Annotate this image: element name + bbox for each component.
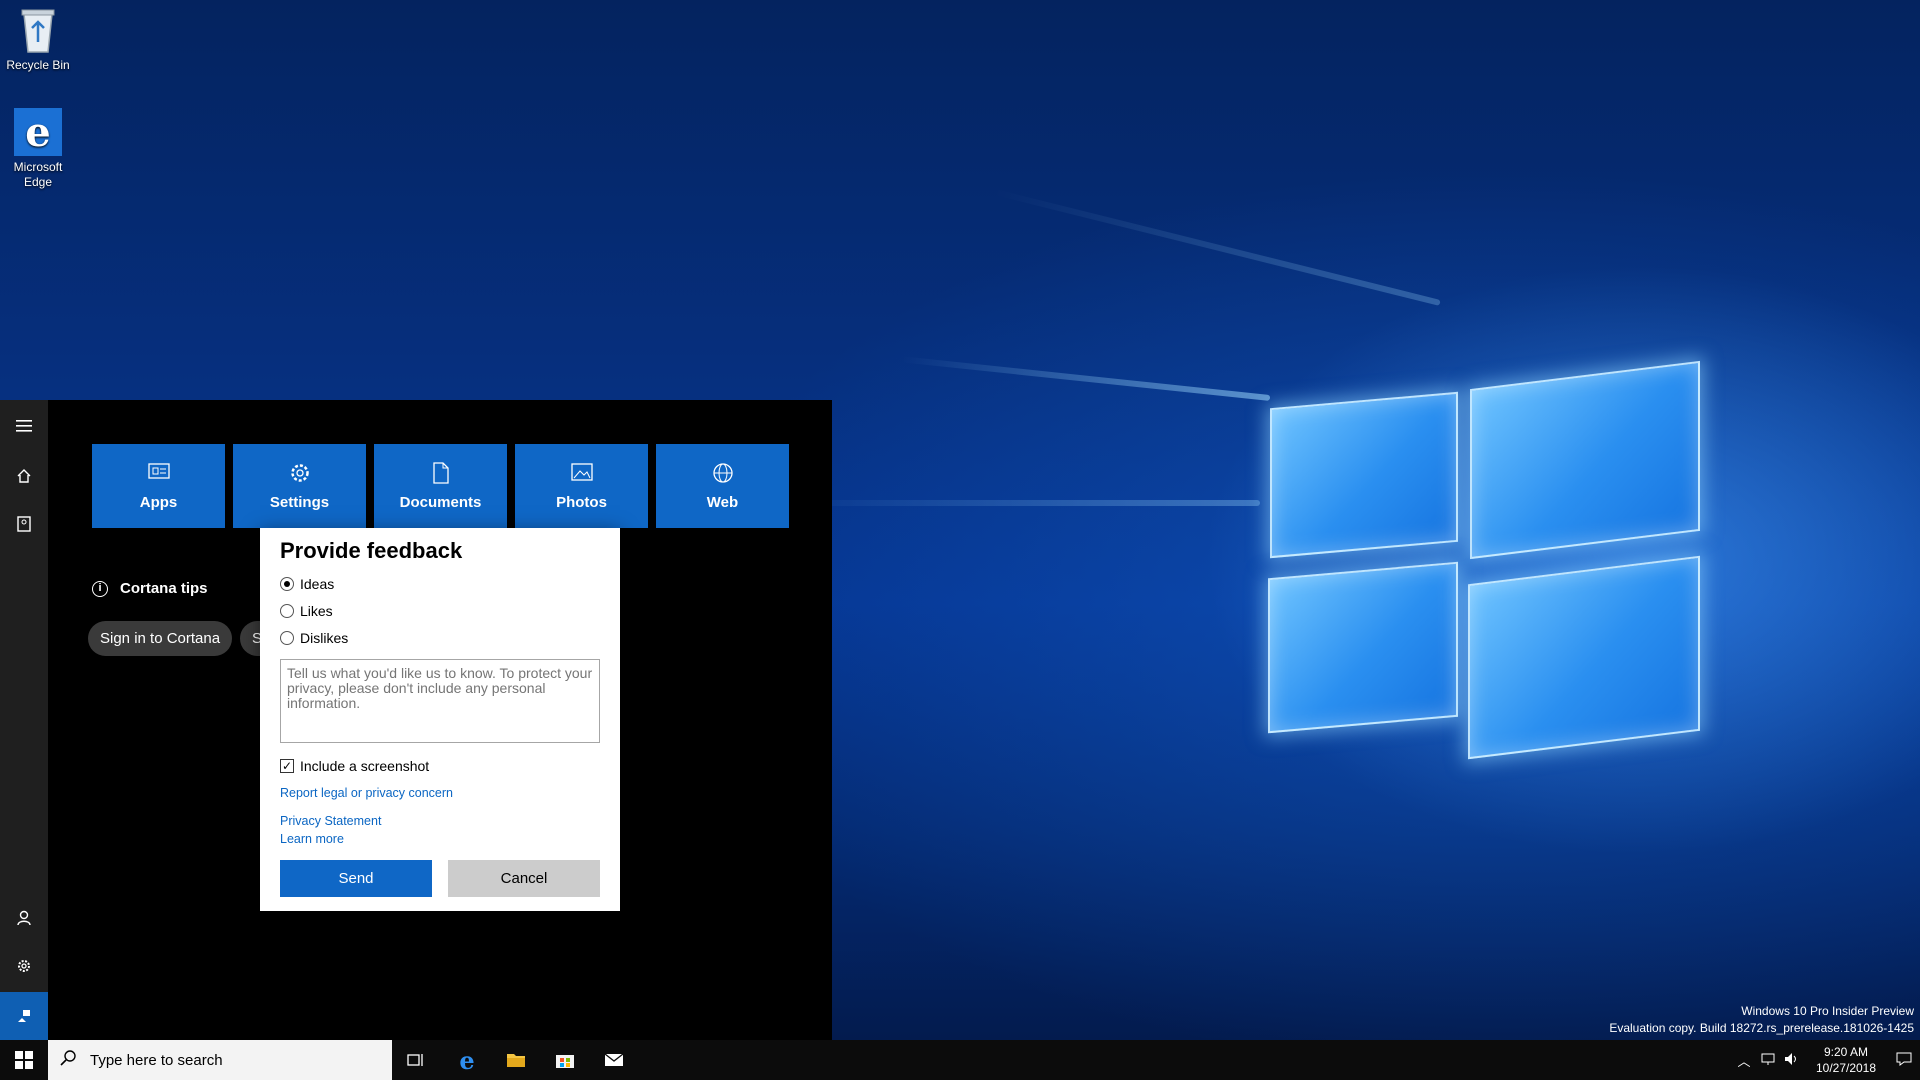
desktop-icon-recycle-bin[interactable]: Recycle Bin: [0, 6, 76, 73]
edge-icon: e: [14, 108, 62, 156]
desktop-icon-label: Recycle Bin: [6, 58, 70, 72]
windows-start-icon: [15, 1051, 33, 1069]
globe-icon: [712, 462, 734, 488]
search-filter-tiles: Apps Settings Documents Photos Web: [92, 444, 789, 528]
light-beam: [992, 188, 1441, 306]
light-beam: [780, 500, 1260, 506]
feedback-dialog: Provide feedback Ideas Likes Dislikes ✓ …: [260, 528, 620, 911]
build-watermark: Windows 10 Pro Insider Preview Evaluatio…: [1609, 1003, 1914, 1037]
watermark-build: Evaluation copy. Build 18272.rs_prerelea…: [1609, 1021, 1914, 1035]
tile-photos[interactable]: Photos: [515, 444, 648, 528]
cancel-button[interactable]: Cancel: [448, 860, 600, 897]
task-view-button[interactable]: [392, 1040, 440, 1080]
send-button[interactable]: Send: [280, 860, 432, 897]
search-icon: [60, 1049, 78, 1071]
privacy-statement-link[interactable]: Privacy Statement: [280, 814, 600, 828]
taskbar: Type here to search e ︿ 9:20 AM 10/27/20…: [0, 1040, 1920, 1080]
nav-rail: [0, 400, 48, 1040]
hamburger-menu-icon[interactable]: [0, 402, 48, 450]
include-screenshot-row[interactable]: ✓ Include a screenshot: [280, 754, 600, 778]
tile-label: Apps: [139, 493, 178, 511]
dialog-title: Provide feedback: [280, 538, 463, 563]
start-button[interactable]: [0, 1040, 48, 1080]
desktop-icon-label: Microsoft Edge: [13, 160, 63, 189]
tile-apps[interactable]: Apps: [92, 444, 225, 528]
windows-logo: [1260, 345, 1710, 785]
cortana-tips-header: i Cortana tips: [92, 580, 208, 597]
document-icon: [432, 461, 449, 488]
learn-more-link[interactable]: Learn more: [280, 832, 600, 846]
recycle-bin-icon: [18, 6, 58, 54]
option-likes[interactable]: Likes: [280, 597, 600, 624]
option-label: Likes: [300, 602, 333, 619]
store-icon: [556, 1055, 574, 1068]
sign-in-cortana-chip[interactable]: Sign in to Cortana: [88, 621, 233, 656]
feedback-icon[interactable]: [0, 992, 48, 1040]
mail-button[interactable]: [590, 1040, 638, 1080]
edge-icon: e: [459, 1045, 475, 1075]
option-label: Ideas: [300, 575, 335, 592]
radio-icon[interactable]: [280, 603, 294, 618]
task-view-icon: [407, 1054, 423, 1066]
dialog-buttons: Send Cancel: [280, 860, 600, 897]
tile-label: Documents: [399, 493, 482, 511]
clock-date: 10/27/2018: [1815, 1061, 1877, 1075]
radio-icon[interactable]: [280, 576, 294, 591]
info-icon: i: [92, 580, 108, 597]
option-dislikes[interactable]: Dislikes: [280, 624, 600, 651]
clock-time: 9:20 AM: [1823, 1045, 1869, 1059]
search-placeholder: Type here to search: [90, 1051, 223, 1069]
file-explorer-button[interactable]: [492, 1040, 540, 1080]
settings-icon[interactable]: [0, 942, 48, 990]
photo-icon: [570, 462, 593, 488]
volume-icon[interactable]: [1780, 1052, 1804, 1069]
home-icon[interactable]: [0, 452, 48, 500]
taskbar-edge-button[interactable]: e: [443, 1040, 491, 1080]
light-beam: [901, 356, 1271, 401]
tile-label: Web: [706, 493, 739, 511]
folder-icon: [507, 1054, 525, 1067]
apps-icon: [147, 462, 170, 488]
tile-label: Settings: [269, 493, 330, 511]
watermark-edition: Windows 10 Pro Insider Preview: [1741, 1004, 1914, 1018]
taskbar-clock[interactable]: 9:20 AM 10/27/2018: [1804, 1044, 1888, 1076]
system-tray: ︿ 9:20 AM 10/27/2018: [1732, 1040, 1920, 1080]
notebook-icon[interactable]: [0, 500, 48, 548]
radio-icon[interactable]: [280, 630, 294, 645]
include-screenshot-label: Include a screenshot: [300, 758, 430, 774]
desktop-icon-edge[interactable]: e Microsoft Edge: [0, 108, 76, 190]
tile-web[interactable]: Web: [656, 444, 789, 528]
feedback-textarea[interactable]: [280, 659, 600, 743]
option-ideas[interactable]: Ideas: [280, 570, 600, 597]
action-center-icon[interactable]: [1888, 1052, 1920, 1069]
account-icon[interactable]: [0, 894, 48, 942]
chevron-up-icon[interactable]: ︿: [1732, 1051, 1756, 1070]
store-button[interactable]: [541, 1040, 589, 1080]
cortana-tips-title: Cortana tips: [120, 580, 208, 597]
tile-documents[interactable]: Documents: [374, 444, 507, 528]
gear-icon: [289, 462, 311, 488]
checkbox-checked-icon[interactable]: ✓: [280, 759, 294, 773]
tile-settings[interactable]: Settings: [233, 444, 366, 528]
network-icon[interactable]: [1756, 1052, 1780, 1069]
mail-icon: [604, 1053, 624, 1066]
tile-label: Photos: [556, 493, 607, 511]
report-concern-link[interactable]: Report legal or privacy concern: [280, 786, 600, 800]
taskbar-search-box[interactable]: Type here to search: [48, 1040, 392, 1080]
option-label: Dislikes: [300, 629, 349, 646]
